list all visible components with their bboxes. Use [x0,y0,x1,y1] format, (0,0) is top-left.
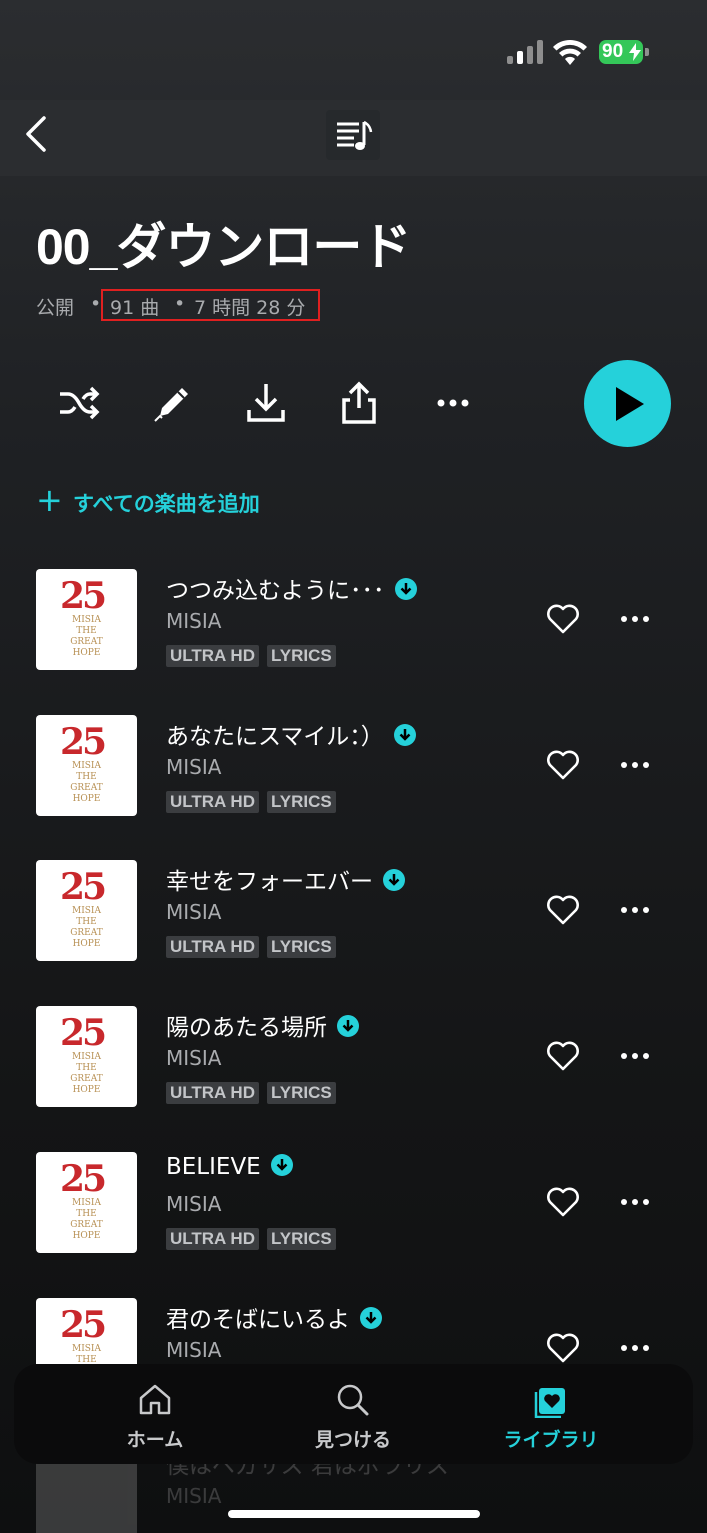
more-horizontal-icon[interactable] [430,380,476,426]
track-row[interactable]: 25 MISIA THE GREAT HOPE つつみ込むように･･･ MISIA U… [0,569,707,715]
track-artist: MISIA [166,1338,222,1362]
track-artist: MISIA [166,609,222,633]
track-row[interactable]: 25 MISIA THE GREAT HOPE 幸せをフォーエバー MISIA ULT… [0,860,707,1006]
home-icon [139,1384,171,1415]
quality-badge: LYRICS [266,645,336,667]
album-art: 25 MISIATHEGREATHOPE [36,1152,137,1253]
partial-track-artist: MISIA [166,1484,222,1508]
tab-find[interactable]: 見つける [263,1364,443,1464]
playlist-duration: 7 時間 28 分 [194,297,306,319]
heart-icon[interactable] [546,1186,580,1218]
badge-group: ULTRA HD LYRICS [166,791,344,813]
track-row[interactable]: 25 MISIA THE GREAT HOPE 陽のあたる場所 MISIA ULTRA… [0,1006,707,1152]
downloaded-icon [383,869,405,891]
quality-badge: ULTRA HD [166,1082,259,1104]
shuffle-icon[interactable] [56,380,102,426]
track-artist: MISIA [166,1046,222,1070]
quality-badge: LYRICS [266,936,336,958]
pencil-icon[interactable] [150,380,196,426]
quality-badge: LYRICS [266,1228,336,1250]
charging-bolt-icon [629,43,641,61]
plus-icon: + [36,481,63,519]
status-bar: 90 [0,0,707,100]
heart-icon[interactable] [546,749,580,781]
home-indicator [228,1510,480,1518]
quality-badge: ULTRA HD [166,936,259,958]
heart-icon[interactable] [546,1332,580,1364]
meta-separator: • [174,293,186,315]
badge-group: ULTRA HD LYRICS [166,1082,344,1104]
track-title: つつみ込むように･･･ [166,571,417,605]
downloaded-icon [393,724,416,746]
play-button[interactable] [584,360,671,447]
album-art: 25 MISIATHEGREATHOPE [36,569,137,670]
library-heart-icon [534,1388,565,1418]
quality-badge: LYRICS [266,791,336,813]
more-options-icon[interactable] [619,1046,651,1066]
heart-icon[interactable] [546,1040,580,1072]
tab-find-label: 見つける [314,1429,391,1451]
quality-badge: ULTRA HD [166,645,259,667]
more-options-icon[interactable] [619,1192,651,1212]
battery-level: 90 [602,41,624,62]
album-art: 25 MISIATHEGREATHOPE [36,1006,137,1107]
track-title: 君のそばにいるよ [166,1300,382,1334]
track-artist: MISIA [166,900,222,924]
track-row[interactable]: 25 MISIA THE GREAT HOPE BELIEVE MISIA ULTRA… [0,1152,707,1298]
tab-home[interactable]: ホーム [65,1364,245,1464]
downloaded-icon [360,1307,382,1329]
back-button[interactable] [18,110,58,158]
album-art: 25 MISIATHEGREATHOPE [36,715,137,816]
track-title: あなたにスマイル：） [166,717,416,751]
track-artist: MISIA [166,755,222,779]
play-icon [616,387,644,421]
search-icon [337,1384,369,1416]
tab-library[interactable]: ライブラリ [461,1364,641,1464]
track-row[interactable]: 25 MISIATHEGREATHOPE 君のそばにいるよ MISIA [0,1298,707,1364]
heart-icon[interactable] [546,603,580,635]
cellular-signal-icon [507,40,543,64]
quality-badge: ULTRA HD [166,791,259,813]
tab-bar: ホーム 見つける ライブラリ [14,1364,693,1464]
downloaded-icon [270,1154,293,1176]
share-icon[interactable] [336,380,382,426]
album-art: 25 MISIATHEGREATHOPE [36,860,137,961]
badge-group: ULTRA HD LYRICS [166,645,344,667]
more-options-icon[interactable] [619,609,651,629]
badge-group: ULTRA HD LYRICS [166,1228,344,1250]
playlist-music-icon [326,110,380,160]
tab-home-label: ホーム [126,1429,184,1451]
playlist-title: 00_ダウンロード [36,219,411,275]
track-title: BELIEVE [166,1154,293,1180]
downloaded-icon [337,1015,359,1037]
tab-library-label: ライブラリ [503,1429,599,1451]
track-count: 91 曲 [110,297,160,319]
album-art: 25 MISIATHEGREATHOPE [36,1298,137,1364]
quality-badge: ULTRA HD [166,1228,259,1250]
highlight-box: 91 曲 • 7 時間 28 分 [101,289,320,321]
meta-separator: • [90,293,102,315]
badge-group: ULTRA HD LYRICS [166,936,344,958]
track-row[interactable]: 25 MISIA THE GREAT HOPE あなたにスマイル：） MISIA UL… [0,715,707,861]
wifi-icon [553,39,587,65]
downloaded-icon [394,578,417,600]
more-options-icon[interactable] [619,755,651,775]
track-title: 陽のあたる場所 [166,1008,359,1042]
battery-indicator: 90 [599,40,649,64]
more-options-icon[interactable] [619,1338,651,1358]
more-options-icon[interactable] [619,900,651,920]
track-artist: MISIA [166,1192,222,1216]
download-icon[interactable] [243,380,289,426]
visibility-label: 公開 [36,297,75,319]
add-all-label: すべての楽曲を追加 [73,492,260,516]
quality-badge: LYRICS [266,1082,336,1104]
track-title: 幸せをフォーエバー [166,862,405,896]
heart-icon[interactable] [546,894,580,926]
